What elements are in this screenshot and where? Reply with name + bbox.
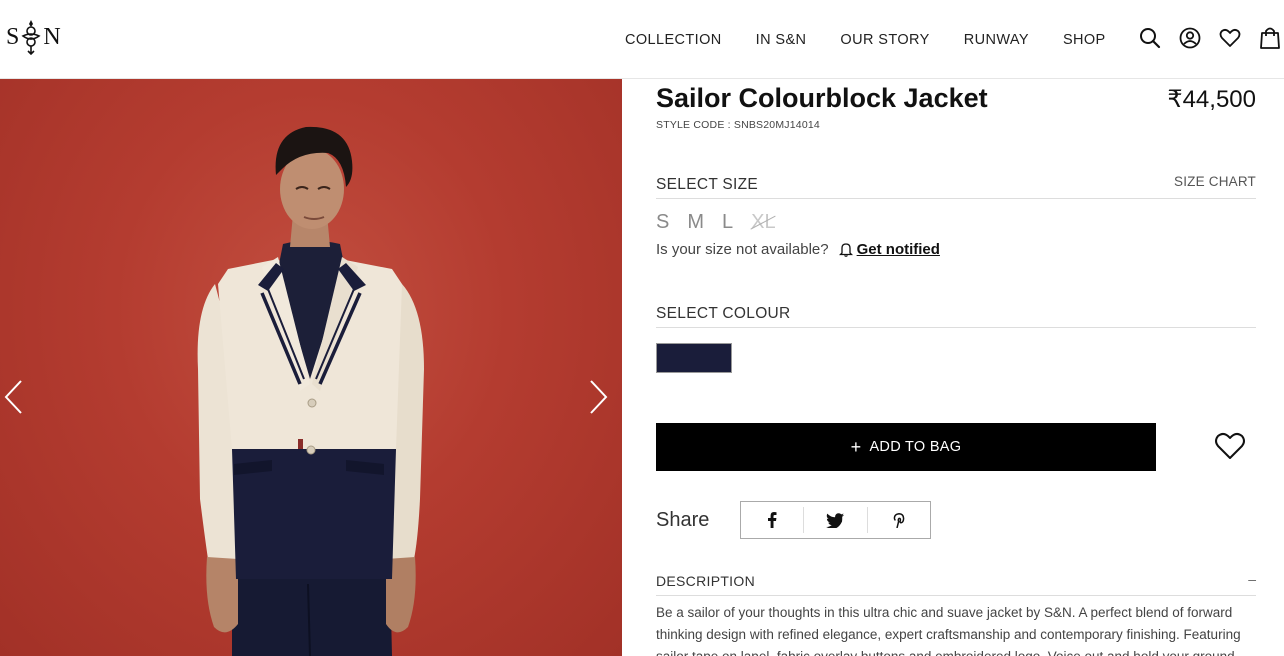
search-icon[interactable]	[1139, 26, 1161, 50]
main-nav: COLLECTION IN S&N OUR STORY RUNWAY SHOP	[625, 32, 1106, 48]
size-options: S M L XL	[656, 211, 776, 234]
size-notify-row: Is your size not available? Get notified	[656, 241, 940, 258]
select-size-label: SELECT SIZE	[656, 176, 759, 193]
nav-item-collection[interactable]: COLLECTION	[625, 32, 722, 48]
next-image-arrow-icon[interactable]	[586, 379, 610, 415]
add-to-bag-button[interactable]: + ADD TO BAG	[656, 423, 1156, 471]
product-photo	[197, 126, 424, 656]
divider	[656, 198, 1256, 199]
description-text: Be a sailor of your thoughts in this ult…	[656, 605, 1241, 656]
nav-item-our-story[interactable]: OUR STORY	[840, 32, 929, 48]
twitter-icon[interactable]	[803, 507, 866, 533]
size-question: Is your size not available?	[656, 241, 829, 258]
brand-logo[interactable]: S N	[6, 18, 61, 56]
description-collapse-toggle[interactable]: –	[1248, 571, 1256, 587]
nav-item-shop[interactable]: SHOP	[1063, 32, 1106, 48]
facebook-icon[interactable]	[741, 502, 803, 538]
prev-image-arrow-icon[interactable]	[2, 379, 26, 415]
logo-letter-n: N	[43, 23, 61, 50]
share-label: Share	[656, 509, 710, 531]
description-label[interactable]: DESCRIPTION	[656, 573, 755, 589]
add-to-bag-label: ADD TO BAG	[869, 439, 962, 455]
bell-icon	[838, 243, 853, 257]
header-actions	[1139, 26, 1281, 50]
nav-item-runway[interactable]: RUNWAY	[964, 32, 1029, 48]
get-notified-label: Get notified	[856, 241, 940, 258]
size-option-xl-unavailable: XL	[751, 211, 776, 233]
plus-icon: +	[850, 436, 862, 457]
pinterest-icon[interactable]	[866, 507, 930, 533]
account-icon[interactable]	[1179, 26, 1201, 50]
divider	[656, 595, 1256, 596]
product-title: Sailor Colourblock Jacket	[656, 83, 988, 113]
share-buttons	[740, 501, 931, 539]
style-code: STYLE CODE : SNBS20MJ14014	[656, 119, 820, 131]
logo-letter-s: S	[6, 23, 20, 50]
size-option-m[interactable]: M	[687, 211, 704, 234]
get-notified-link[interactable]: Get notified	[838, 241, 940, 258]
product-price: ₹44,500	[1167, 86, 1256, 113]
divider	[656, 327, 1256, 328]
heart-icon[interactable]	[1219, 26, 1241, 50]
nav-item-in-sn[interactable]: IN S&N	[756, 32, 807, 48]
bag-icon[interactable]	[1259, 26, 1281, 50]
colour-swatch-navy[interactable]	[656, 343, 732, 373]
size-option-l[interactable]: L	[722, 211, 733, 234]
logo-crest-icon	[20, 18, 42, 56]
select-colour-label: SELECT COLOUR	[656, 305, 791, 322]
site-header: S N COLLECTION IN S&N OUR STORY RUNWAY S…	[0, 0, 1284, 79]
product-image-gallery	[0, 79, 622, 656]
size-option-s[interactable]: S	[656, 211, 669, 234]
size-chart-link[interactable]: SIZE CHART	[1174, 174, 1256, 189]
wishlist-heart-icon[interactable]	[1214, 431, 1246, 461]
